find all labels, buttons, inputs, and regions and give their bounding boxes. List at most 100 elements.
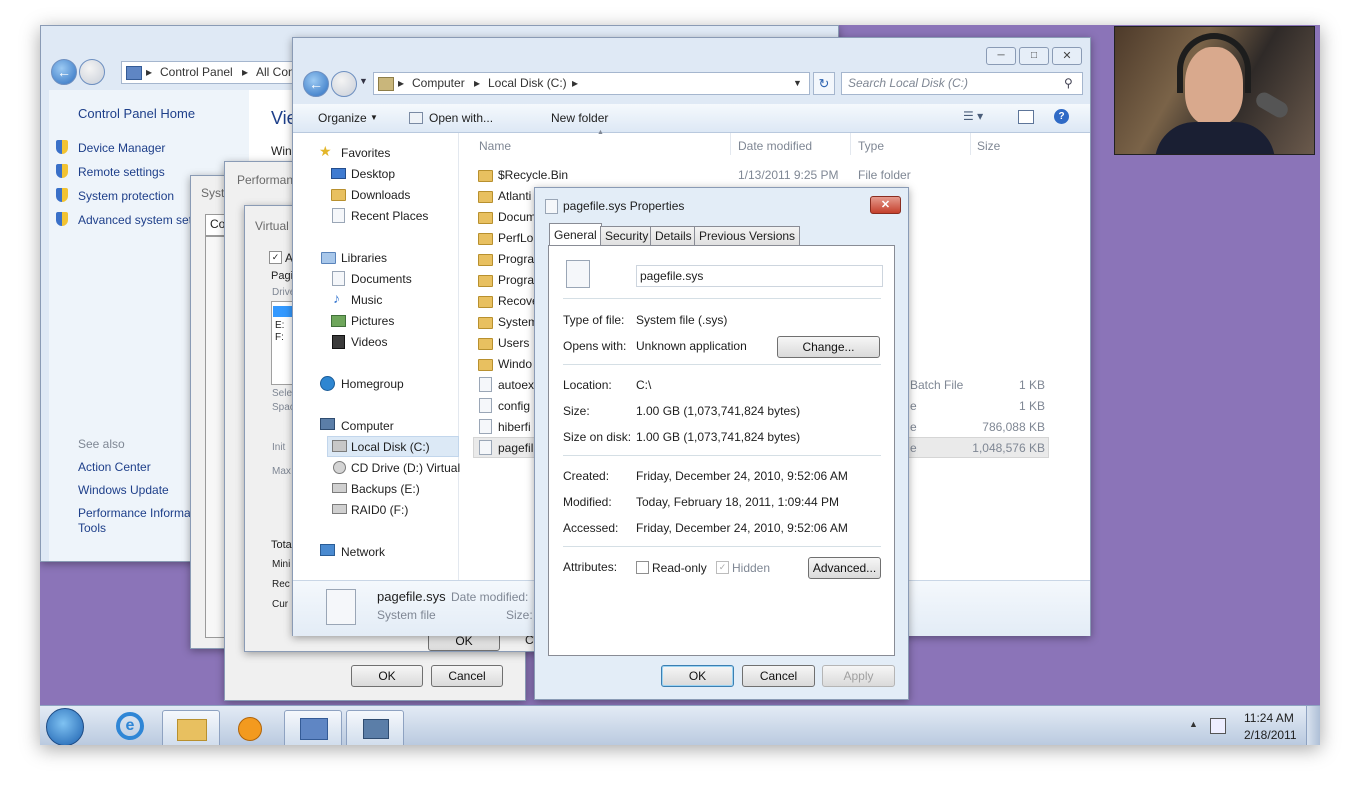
clock-time[interactable]: 11:24 AM [1244, 711, 1294, 725]
nav-desktop[interactable]: Desktop [351, 167, 395, 181]
drive-e[interactable]: E: [275, 320, 284, 331]
nav-cd-drive[interactable]: CD Drive (D:) Virtual [351, 461, 460, 475]
breadcrumb-local-disk[interactable]: Local Disk (C:) [488, 73, 567, 94]
nav-libraries[interactable]: Libraries [341, 251, 387, 265]
file-row-name[interactable]: Progra [498, 273, 534, 287]
drive-f[interactable]: F: [275, 332, 284, 343]
explorer-forward-button[interactable] [331, 71, 357, 97]
action-center-link[interactable]: Action Center [78, 460, 151, 474]
file-row-name[interactable]: System [498, 315, 538, 329]
organize-button[interactable]: Organize [318, 111, 367, 125]
change-button[interactable]: Change... [777, 336, 880, 358]
windows-update-link[interactable]: Windows Update [78, 483, 169, 497]
system-protection-link[interactable]: System protection [78, 189, 174, 203]
tab-security[interactable]: Security [600, 226, 654, 245]
nav-favorites[interactable]: Favorites [341, 146, 390, 160]
nav-videos[interactable]: Videos [351, 335, 387, 349]
nav-raid0[interactable]: RAID0 (F:) [351, 503, 408, 517]
performance-info-link[interactable]: Performance Informa Tools [78, 506, 196, 536]
column-size[interactable]: Size [977, 139, 1000, 153]
advanced-button[interactable]: Advanced... [808, 557, 881, 579]
recent-pages-dropdown-icon[interactable]: ▼ [359, 76, 368, 86]
media-player-taskbar-button[interactable] [222, 710, 278, 745]
organize-dropdown-icon: ▼ [370, 113, 378, 122]
performance-ok-button[interactable]: OK [351, 665, 423, 687]
system-taskbar-button[interactable] [346, 710, 404, 745]
file-row-name[interactable]: Atlanti [498, 189, 531, 203]
nav-homegroup[interactable]: Homegroup [341, 377, 404, 391]
file-row-name[interactable]: $Recycle.Bin [498, 168, 568, 182]
internet-explorer-icon[interactable]: e [116, 712, 144, 740]
show-desktop-button[interactable] [1306, 706, 1320, 745]
windows-explorer-taskbar-button[interactable] [162, 710, 220, 745]
file-row-name[interactable]: Windo [498, 357, 532, 371]
explorer-address-bar[interactable]: ▸ Computer ▸ Local Disk (C:) ▸ ▼ [373, 72, 810, 95]
tab-previous-versions[interactable]: Previous Versions [694, 226, 801, 245]
file-row-name[interactable]: pagefil [498, 441, 533, 455]
file-row-name[interactable]: PerfLo [498, 231, 533, 245]
nav-local-disk[interactable]: Local Disk (C:) [351, 440, 430, 454]
nav-backups[interactable]: Backups (E:) [351, 482, 420, 496]
address-dropdown-icon[interactable]: ▼ [793, 73, 802, 94]
file-row-name[interactable]: config [498, 399, 530, 413]
maximize-button[interactable]: □ [1019, 47, 1049, 65]
device-manager-link[interactable]: Device Manager [78, 141, 165, 155]
breadcrumb-all-items[interactable]: All Con [256, 62, 295, 83]
ok-button[interactable]: OK [661, 665, 734, 687]
modified-value: Today, February 18, 2011, 1:09:44 PM [636, 495, 840, 509]
refresh-icon[interactable]: ↻ [813, 72, 835, 95]
clock-date[interactable]: 2/18/2011 [1244, 728, 1297, 742]
close-button[interactable]: ✕ [1052, 47, 1082, 65]
file-row-name[interactable]: Progra [498, 252, 534, 266]
raid-drive-icon [332, 504, 347, 514]
control-panel-taskbar-button[interactable] [284, 710, 342, 745]
details-filename: pagefile.sys [377, 589, 446, 604]
nav-recent-places[interactable]: Recent Places [351, 209, 428, 223]
tab-details[interactable]: Details [650, 226, 697, 245]
open-with-button[interactable]: Open with... [429, 111, 493, 125]
network-tray-icon[interactable] [1210, 718, 1226, 734]
control-panel-home-link[interactable]: Control Panel Home [78, 106, 195, 121]
downloads-icon [331, 189, 346, 201]
minimize-button[interactable]: ─ [986, 47, 1016, 65]
file-row-name[interactable]: Recove [498, 294, 539, 308]
column-type[interactable]: Type [858, 139, 884, 153]
tab-general[interactable]: General [549, 223, 602, 245]
column-date-modified[interactable]: Date modified [738, 139, 812, 153]
cancel-button[interactable]: Cancel [742, 665, 815, 687]
nav-computer[interactable]: Computer [341, 419, 394, 433]
advanced-system-settings-link[interactable]: Advanced system sett [78, 213, 195, 227]
nav-music[interactable]: Music [351, 293, 382, 307]
folder-icon [478, 275, 493, 287]
read-only-label[interactable]: Read-only [652, 561, 707, 575]
dialog-close-button[interactable]: ✕ [870, 196, 901, 214]
remote-settings-link[interactable]: Remote settings [78, 165, 165, 179]
breadcrumb-control-panel[interactable]: Control Panel [160, 62, 233, 83]
show-hidden-icons-icon[interactable]: ▲ [1189, 719, 1198, 729]
help-icon[interactable]: ? [1054, 109, 1069, 124]
read-only-checkbox[interactable] [636, 561, 649, 574]
forward-button[interactable] [79, 59, 105, 85]
nav-network[interactable]: Network [341, 545, 385, 559]
file-row-name[interactable]: hiberfi [498, 420, 531, 434]
nav-downloads[interactable]: Downloads [351, 188, 410, 202]
change-view-icon[interactable]: ☰ ▾ [963, 109, 983, 123]
new-folder-button[interactable]: New folder [551, 111, 608, 125]
file-row-name[interactable]: autoex [498, 378, 534, 392]
preview-pane-icon[interactable] [1018, 110, 1034, 124]
filename-field[interactable]: pagefile.sys [636, 265, 883, 287]
nav-documents[interactable]: Documents [351, 272, 412, 286]
nav-pictures[interactable]: Pictures [351, 314, 394, 328]
file-row-name[interactable]: Docum [498, 210, 536, 224]
search-icon[interactable]: ⚲ [1064, 73, 1073, 94]
explorer-back-button[interactable]: ← [303, 71, 329, 97]
batch-file-icon [479, 377, 492, 392]
file-row-name[interactable]: Users [498, 336, 529, 350]
back-button[interactable]: ← [51, 59, 77, 85]
search-box[interactable]: Search Local Disk (C:) ⚲ [841, 72, 1083, 95]
auto-manage-checkbox[interactable]: ✓ [269, 251, 282, 264]
breadcrumb-computer[interactable]: Computer [412, 73, 465, 94]
column-name[interactable]: Name [479, 139, 511, 153]
start-button[interactable] [46, 708, 84, 745]
performance-cancel-button[interactable]: Cancel [431, 665, 503, 687]
